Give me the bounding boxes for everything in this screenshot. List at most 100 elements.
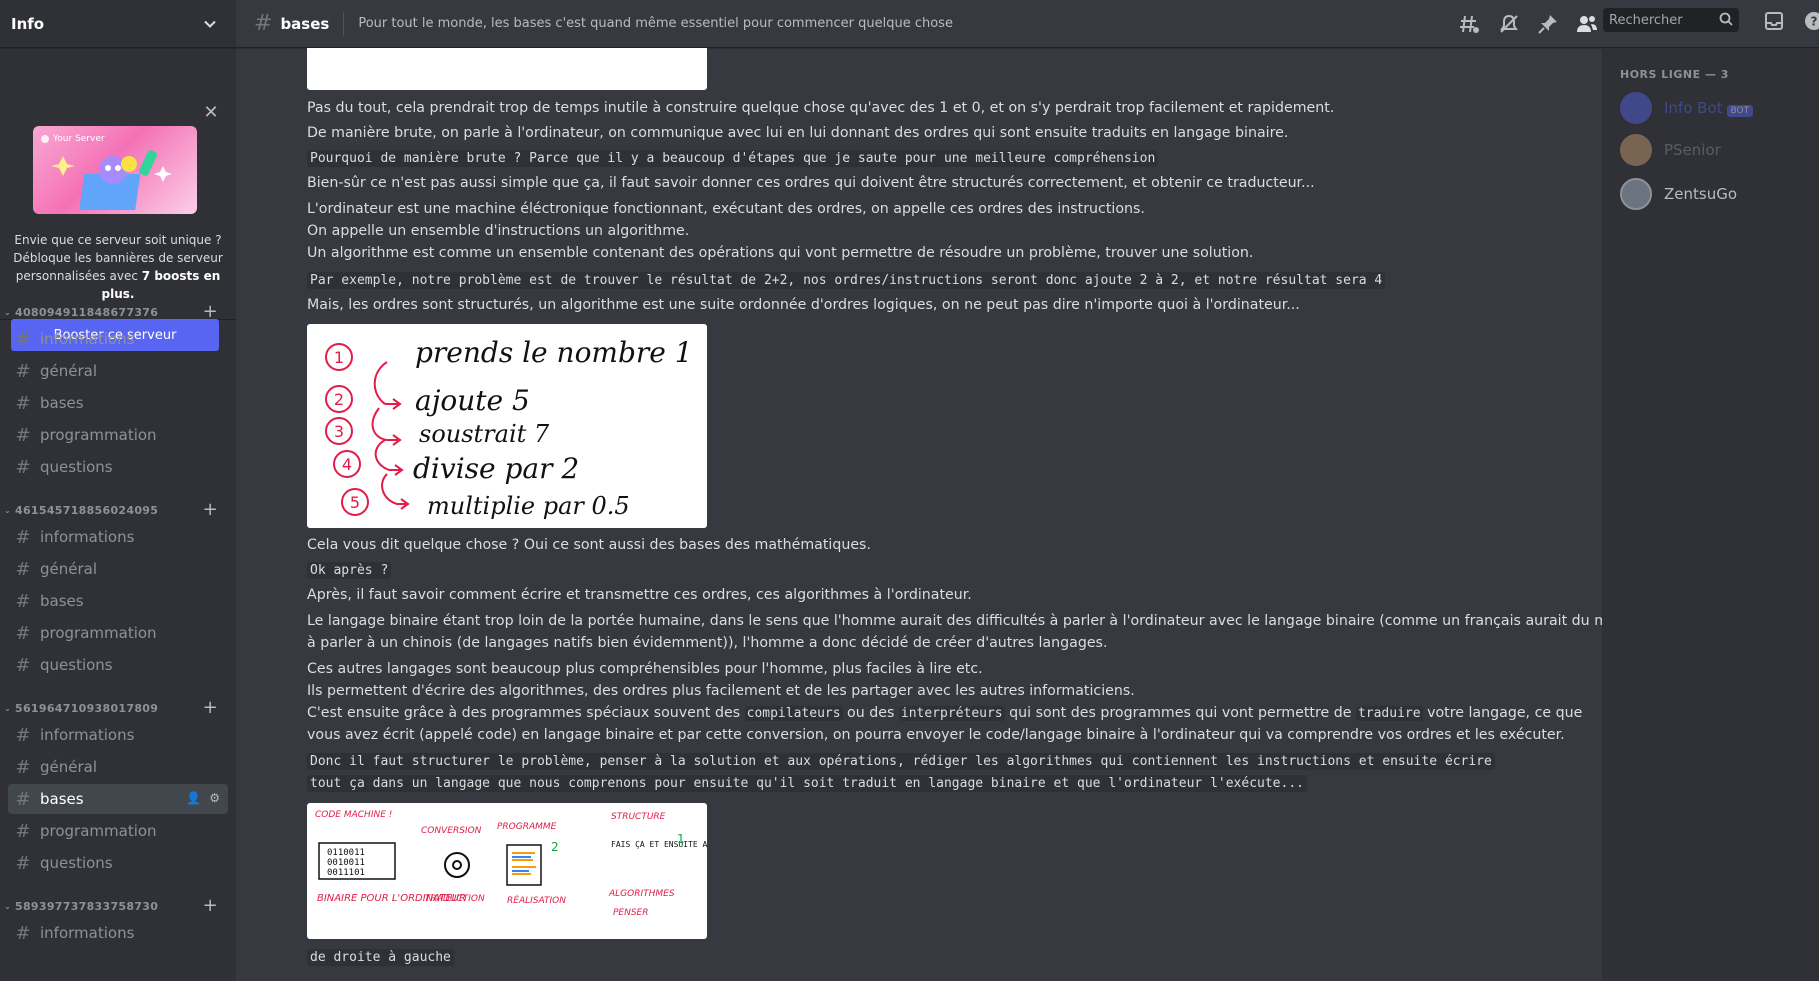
channel-list: ⌄ 408094911848677376 + # informations # gé… <box>0 302 236 950</box>
chevron-down-icon[interactable] <box>200 14 220 34</box>
channel-informations[interactable]: # informations <box>8 522 228 552</box>
embedded-image[interactable] <box>307 48 707 90</box>
message-line: Ils permettent d'écrire des algorithmes,… <box>307 683 1135 699</box>
channel-questions[interactable]: # questions <box>8 848 228 878</box>
svg-text:0011101: 0011101 <box>327 868 365 878</box>
svg-text:PROGRAMME: PROGRAMME <box>497 822 557 832</box>
inbox-icon[interactable] <box>1763 10 1785 36</box>
svg-text:FAIS ÇA ET ENSUITE AFFICHE...: FAIS ÇA ET ENSUITE AFFICHE... <box>611 840 707 849</box>
divider <box>343 11 345 36</box>
message-line: Ces autres langages sont beaucoup plus c… <box>307 661 983 677</box>
member-name: Info Bot <box>1664 99 1723 117</box>
channel-general[interactable]: # général <box>8 356 228 386</box>
chevron-down-icon: ⌄ <box>4 901 12 911</box>
hash-icon: # <box>15 328 31 350</box>
chevron-down-icon: ⌄ <box>4 307 12 317</box>
message-line: De manière brute, on parle à l'ordinateu… <box>307 125 1289 141</box>
member-item[interactable]: PSenior <box>1620 130 1721 170</box>
inline-code: tout ça dans un langage que nous compren… <box>307 775 1307 792</box>
add-channel-icon[interactable]: + <box>203 500 218 520</box>
svg-text:CODE MACHINE !: CODE MACHINE ! <box>315 810 392 820</box>
svg-text:ALGORITHMES: ALGORITHMES <box>608 889 675 899</box>
hash-icon: # <box>15 392 31 414</box>
hash-icon: # <box>254 11 273 36</box>
message-line: Pas du tout, cela prendrait trop de temp… <box>307 100 1335 116</box>
compilation-diagram-image[interactable]: CODE MACHINE ! BINAIRE POUR L'ORDINATEUR… <box>307 803 707 939</box>
channel-informations[interactable]: # informations <box>8 720 228 750</box>
channel-programmation[interactable]: # programmation <box>8 816 228 846</box>
hash-icon: # <box>15 654 31 676</box>
svg-text:?: ? <box>1811 15 1818 29</box>
message-line: de droite à gauche <box>307 946 454 969</box>
inline-code: interpréteurs <box>898 706 1005 721</box>
svg-text:CONVERSION: CONVERSION <box>421 826 482 836</box>
category-header[interactable]: ⌄ 408094911848677376 + <box>0 302 236 322</box>
add-channel-icon[interactable]: + <box>203 896 218 916</box>
channel-bases-active[interactable]: # bases 👤 ⚙ <box>8 784 228 814</box>
member-item[interactable]: Info Bot BOT <box>1620 88 1754 128</box>
algo-step: prends le nombre 1 <box>415 336 693 369</box>
member-list: HORS LIGNE — 3 Info Bot BOT PSenior Zents… <box>1602 48 1819 981</box>
close-icon[interactable]: ✕ <box>202 104 220 122</box>
member-name: PSenior <box>1664 141 1721 159</box>
mute-bell-icon[interactable] <box>1497 12 1521 36</box>
channel-bases[interactable]: # bases <box>8 388 228 418</box>
hash-icon: # <box>15 590 31 612</box>
message-line: Bien-sûr ce n'est pas aussi simple que ç… <box>307 175 1315 191</box>
channel-programmation[interactable]: # programmation <box>8 618 228 648</box>
message-line: à parler à un chinois (de langages natif… <box>307 635 1108 651</box>
channel-questions[interactable]: # questions <box>8 452 228 482</box>
hash-icon: # <box>15 820 31 842</box>
algo-step: multiplie par 0.5 <box>427 492 630 520</box>
algo-step: soustrait 7 <box>419 420 550 448</box>
category-header[interactable]: ⌄ 561964710938017809 + <box>0 698 236 718</box>
hash-icon: # <box>15 788 31 810</box>
message-line: C'est ensuite grâce à des programmes spé… <box>307 705 1583 721</box>
message-area: Pas du tout, cela prendrait trop de temp… <box>236 48 1602 981</box>
inline-code: compilateurs <box>744 706 843 721</box>
channel-informations[interactable]: # informations <box>8 324 228 354</box>
invite-icon[interactable]: 👤 <box>186 791 201 805</box>
inline-code: Par exemple, notre problème est de trouv… <box>307 272 1386 289</box>
svg-text:1: 1 <box>334 348 344 367</box>
channel-programmation[interactable]: # programmation <box>8 420 228 450</box>
members-icon[interactable] <box>1575 12 1599 36</box>
svg-text:4: 4 <box>342 455 352 474</box>
hash-icon: # <box>15 922 31 944</box>
bot-badge: BOT <box>1726 105 1754 117</box>
add-channel-icon[interactable]: + <box>203 302 218 322</box>
channel-general[interactable]: # général <box>8 554 228 584</box>
add-channel-icon[interactable]: + <box>203 698 218 718</box>
avatar <box>1620 178 1652 210</box>
gear-icon[interactable]: ⚙ <box>209 791 220 805</box>
threads-icon[interactable] <box>1458 12 1482 36</box>
help-icon[interactable]: ? <box>1803 10 1819 36</box>
message-line: Après, il faut savoir comment écrire et … <box>307 587 972 603</box>
message-line: Pourquoi de manière brute ? Parce que il… <box>307 147 1159 170</box>
boost-banner-image: Your Server <box>33 126 197 214</box>
message-line: vous avez écrit (appelé code) en langage… <box>307 727 1565 743</box>
search-icon <box>1719 12 1733 30</box>
hash-icon: # <box>15 360 31 382</box>
channel-topic[interactable]: Pour tout le monde, les bases c'est quan… <box>358 16 953 31</box>
channel-informations[interactable]: # informations <box>8 918 228 948</box>
pin-icon[interactable] <box>1536 12 1560 36</box>
svg-text:2: 2 <box>334 390 344 409</box>
channel-questions[interactable]: # questions <box>8 650 228 680</box>
server-name: Info <box>11 14 45 33</box>
message-line: L'ordinateur est une machine éléctroniqu… <box>307 201 1145 217</box>
category-header[interactable]: ⌄ 461545718856024095 + <box>0 500 236 520</box>
server-header[interactable]: Info <box>0 0 236 48</box>
channel-bases[interactable]: # bases <box>8 586 228 616</box>
hash-icon: # <box>15 724 31 746</box>
algorithm-image[interactable]: 1 2 3 4 5 prends le nombre 1 ajoute 5 soustr… <box>307 324 707 528</box>
search-input[interactable]: Rechercher <box>1603 8 1739 32</box>
inline-code: Pourquoi de manière brute ? Parce que il… <box>307 150 1159 167</box>
algo-step: divise par 2 <box>413 452 579 485</box>
svg-text:RÉALISATION: RÉALISATION <box>507 894 566 906</box>
message-line: Un algorithme est comme un ensemble cont… <box>307 245 1254 261</box>
hash-icon: # <box>15 456 31 478</box>
member-item[interactable]: ZentsuGo <box>1620 174 1737 214</box>
channel-general[interactable]: # général <box>8 752 228 782</box>
category-header[interactable]: ⌄ 589397737833758730 + <box>0 896 236 916</box>
